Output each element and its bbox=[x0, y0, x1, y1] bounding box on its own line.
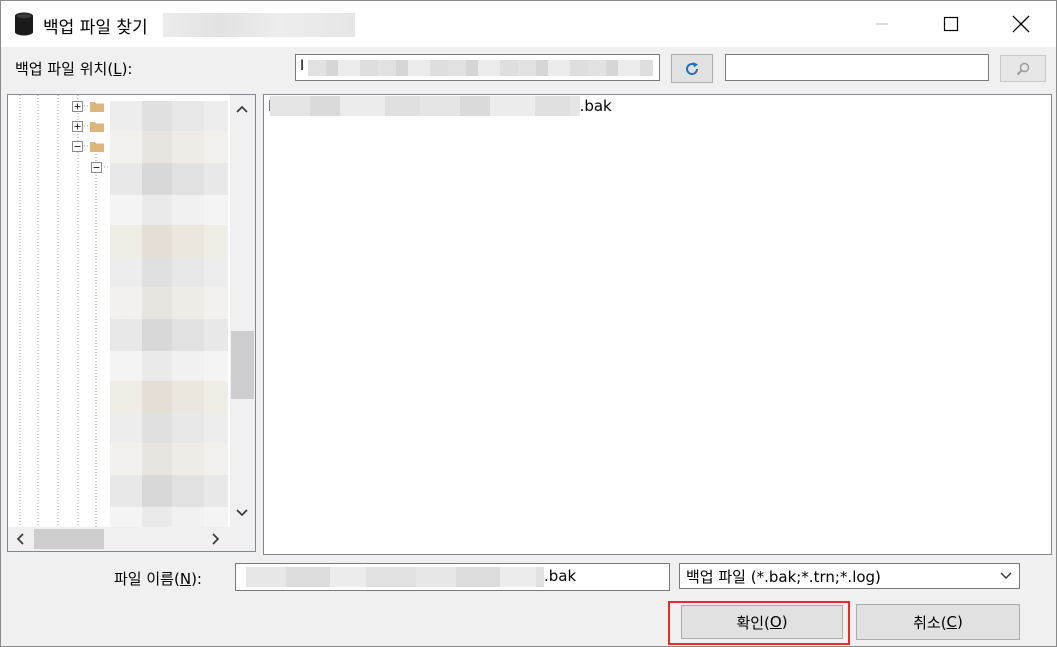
cancel-button[interactable]: 취소(C) bbox=[856, 604, 1020, 640]
minimize-button[interactable] bbox=[859, 1, 905, 47]
refresh-button[interactable] bbox=[671, 54, 713, 83]
location-label-suffix: ): bbox=[121, 60, 133, 78]
folder-icon bbox=[90, 122, 104, 132]
refresh-icon bbox=[686, 61, 699, 75]
tree-horizontal-scrollbar[interactable] bbox=[8, 527, 255, 551]
title-redacted bbox=[163, 13, 355, 37]
tree-vertical-scrollbar[interactable] bbox=[230, 95, 255, 527]
close-button[interactable] bbox=[998, 1, 1044, 47]
search-input[interactable] bbox=[725, 54, 989, 81]
tree-vertical-scroll-thumb[interactable] bbox=[231, 331, 254, 399]
filename-label-text: 파일 이름( bbox=[114, 570, 180, 588]
cancel-button-suffix: ) bbox=[957, 613, 963, 631]
file-item-redacted bbox=[269, 96, 580, 116]
file-item-extension: .bak bbox=[579, 97, 612, 115]
folder-icon bbox=[90, 102, 104, 112]
filetype-select[interactable]: 백업 파일 (*.bak;*.trn;*.log) bbox=[679, 563, 1020, 589]
list-item[interactable]: D .bak bbox=[268, 96, 612, 116]
backup-file-dialog: 백업 파일 찾기 백업 파일 위치(L): I .bak 파일 이름(N): .… bbox=[0, 0, 1057, 647]
cancel-button-label: 취소( bbox=[913, 613, 947, 632]
scroll-right-button[interactable] bbox=[204, 527, 228, 551]
filename-label: 파일 이름(N): bbox=[114, 568, 202, 589]
filename-redacted bbox=[246, 567, 544, 587]
maximize-icon bbox=[943, 16, 959, 32]
expand-icon[interactable] bbox=[72, 121, 83, 132]
scroll-up-button[interactable] bbox=[230, 97, 254, 121]
location-label-accel: L bbox=[113, 60, 122, 78]
chevron-down-icon bbox=[1000, 572, 1012, 579]
file-list[interactable]: D .bak bbox=[263, 94, 1052, 555]
filename-extension: .bak bbox=[544, 567, 577, 585]
maximize-button[interactable] bbox=[928, 1, 974, 47]
search-icon bbox=[1016, 62, 1030, 75]
chevron-up-icon bbox=[236, 105, 248, 113]
chevron-right-icon bbox=[212, 533, 220, 545]
tree-connector-lines bbox=[19, 95, 108, 527]
location-label-text: 백업 파일 위치( bbox=[15, 60, 114, 78]
collapse-icon[interactable] bbox=[72, 141, 83, 152]
location-path-field[interactable]: I bbox=[295, 54, 660, 81]
database-icon bbox=[15, 12, 33, 36]
chevron-left-icon bbox=[16, 533, 24, 545]
filename-input[interactable]: .bak bbox=[235, 563, 670, 591]
folder-open-icon bbox=[90, 142, 104, 152]
filetype-selected: 백업 파일 (*.bak;*.trn;*.log) bbox=[686, 568, 881, 586]
chevron-down-icon bbox=[236, 509, 248, 517]
folder-tree[interactable] bbox=[7, 94, 256, 552]
scroll-left-button[interactable] bbox=[8, 527, 32, 551]
filename-label-accel: N bbox=[179, 570, 192, 588]
tree-items-redacted bbox=[110, 101, 228, 527]
collapse-icon[interactable] bbox=[91, 162, 102, 173]
location-path-value: I bbox=[300, 58, 305, 74]
minimize-icon bbox=[876, 23, 888, 25]
ok-button-highlight bbox=[668, 601, 850, 645]
search-button[interactable] bbox=[1000, 55, 1046, 82]
close-icon bbox=[1012, 15, 1030, 33]
location-label: 백업 파일 위치(L): bbox=[15, 58, 132, 79]
tree-horizontal-scroll-thumb[interactable] bbox=[34, 529, 104, 549]
cancel-button-accel: C bbox=[946, 613, 958, 631]
window-title: 백업 파일 찾기 bbox=[43, 18, 148, 38]
scroll-down-button[interactable] bbox=[230, 501, 254, 525]
location-path-redacted bbox=[308, 60, 653, 76]
expand-icon[interactable] bbox=[72, 101, 83, 112]
filename-label-suffix: ): bbox=[191, 570, 202, 588]
title-bar: 백업 파일 찾기 bbox=[1, 1, 1056, 47]
